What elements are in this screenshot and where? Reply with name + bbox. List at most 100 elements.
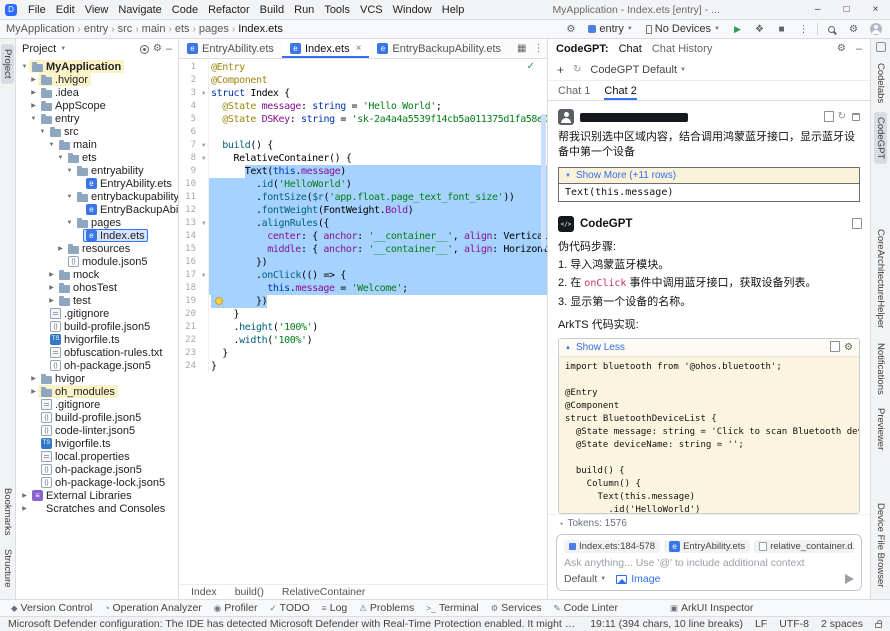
tree-item-index-ets[interactable]: eIndex.ets [16, 229, 178, 242]
tree-item-hvigorfile-ts[interactable]: TShvigorfile.ts [16, 333, 178, 346]
tree-toggle-icon[interactable]: ▶ [29, 388, 38, 395]
tree-item-oh-package-lock-json5[interactable]: {}oh-package-lock.json5 [16, 476, 178, 489]
tree-item-idea[interactable]: ▶.idea [16, 86, 178, 99]
editor-scrollbar[interactable] [539, 59, 547, 584]
tree-item-build-profile-json5[interactable]: {}build-profile.json5 [16, 320, 178, 333]
menu-file[interactable]: File [23, 4, 51, 16]
tool-window-button-code-linter[interactable]: ✎Code Linter [549, 601, 623, 616]
tool-window-button-terminal[interactable]: >_Terminal [421, 601, 483, 616]
tool-tab-previewer[interactable]: Previewer [874, 403, 887, 455]
editor-tab-entryability-ets[interactable]: eEntryAbility.ets [179, 39, 282, 58]
chat-tab-chat-1[interactable]: Chat 1 [558, 81, 590, 100]
tree-item-entryability[interactable]: ▼entryability [16, 164, 178, 177]
tree-item-local-properties[interactable]: local.properties [16, 450, 178, 463]
tree-item-mock[interactable]: ▶mock [16, 268, 178, 281]
tree-toggle-icon[interactable]: ▶ [20, 492, 29, 499]
code-line-19[interactable]: 19 }) [179, 295, 547, 308]
indent-style[interactable]: 2 spaces [821, 618, 863, 630]
code-line-7[interactable]: 7▼ build() { [179, 139, 547, 152]
menu-vcs[interactable]: VCS [355, 4, 388, 16]
search-everywhere-icon[interactable] [823, 21, 840, 37]
code-line-14[interactable]: 14 center: { anchor: '__container__', al… [179, 230, 547, 243]
tree-item-hvigor[interactable]: ▶.hvigor [16, 73, 178, 86]
chat-input-box[interactable]: Index.ets:184-578eEntryAbility.etsrelati… [556, 534, 862, 591]
tool-window-button-todo[interactable]: ✓TODO [264, 601, 314, 616]
line-separator[interactable]: LF [755, 618, 767, 630]
intention-bulb-icon[interactable] [215, 297, 223, 305]
more-options-icon[interactable]: ⋮ [534, 43, 544, 54]
debug-button[interactable]: ❖ [751, 21, 768, 37]
tab-chat[interactable]: Chat [619, 43, 642, 55]
stop-button[interactable]: ■ [773, 21, 790, 37]
tree-toggle-icon[interactable]: ▼ [56, 155, 65, 161]
gear-icon[interactable]: ⚙ [844, 343, 853, 353]
hide-panel-icon[interactable]: – [856, 44, 862, 55]
account-avatar[interactable] [867, 21, 884, 37]
breadcrumb-item-build[interactable]: build() [235, 586, 264, 598]
fold-marker-icon[interactable]: ▼ [199, 269, 209, 282]
tree-item-gitignore[interactable]: .gitignore [16, 307, 178, 320]
tree-item-obfuscation-rules-txt[interactable]: obfuscation-rules.txt [16, 346, 178, 359]
breadcrumb-item-pages[interactable]: pages [199, 23, 229, 35]
breadcrumb-item-index-ets[interactable]: Index.ets [238, 23, 283, 35]
copy-icon[interactable] [830, 343, 838, 352]
locate-file-icon[interactable] [140, 45, 149, 54]
code-line-15[interactable]: 15 middle: { anchor: '__container__', al… [179, 243, 547, 256]
breadcrumb-item-ets[interactable]: ets [175, 23, 190, 35]
tree-toggle-icon[interactable]: ▼ [38, 129, 47, 135]
tree-toggle-icon[interactable]: ▶ [47, 271, 56, 278]
tool-tab-codelabs[interactable]: Codelabs [874, 58, 887, 108]
tool-tab-notifications[interactable]: Notifications [874, 338, 887, 400]
breadcrumb-item-src[interactable]: src [118, 23, 133, 35]
tree-toggle-icon[interactable]: ▶ [29, 89, 38, 96]
tool-window-button-arkui-inspector[interactable]: ▣ArkUI Inspector [665, 601, 758, 616]
code-line-24[interactable]: 24} [179, 360, 547, 373]
tree-toggle-icon[interactable]: ▶ [56, 245, 65, 252]
more-tools-icon[interactable]: ⋮ [795, 21, 812, 37]
lock-icon[interactable] [875, 623, 882, 628]
copy-icon[interactable] [824, 113, 832, 122]
context-chip-relative-container-d-ts[interactable]: relative_container.d.ts [754, 540, 854, 553]
profile-selector[interactable]: CodeGPT Default▼ [590, 64, 686, 76]
tree-item-external-libraries[interactable]: ▶≡External Libraries [16, 489, 178, 502]
tool-tab-project[interactable]: Project [1, 44, 14, 84]
tree-item-module-json5[interactable]: {}module.json5 [16, 255, 178, 268]
code-line-18[interactable]: 18 this.message = 'Welcome'; [179, 282, 547, 295]
send-icon[interactable] [845, 574, 854, 584]
tree-item-entryability-ets[interactable]: eEntryAbility.ets [16, 177, 178, 190]
tree-toggle-icon[interactable]: ▼ [65, 220, 74, 226]
code-line-8[interactable]: 8▼ RelativeContainer() { [179, 152, 547, 165]
device-manager-icon[interactable]: ⚙ [562, 21, 579, 37]
project-view-selector[interactable]: Project [22, 43, 56, 55]
code-line-3[interactable]: 3▼struct Index { [179, 87, 547, 100]
tree-item-entrybackupability-ets[interactable]: eEntryBackupAbility.ets [16, 203, 178, 216]
run-button[interactable]: ▶ [729, 21, 746, 37]
tree-item-hvigorfile-ts[interactable]: TShvigorfile.ts [16, 437, 178, 450]
chat-tab-chat-2[interactable]: Chat 2 [604, 81, 636, 100]
code-line-17[interactable]: 17▼ .onClick(() => { [179, 269, 547, 282]
tree-toggle-icon[interactable]: ▶ [20, 505, 29, 512]
tree-item-gitignore[interactable]: .gitignore [16, 398, 178, 411]
code-line-6[interactable]: 6 [179, 126, 547, 139]
menu-run[interactable]: Run [289, 4, 319, 16]
menu-build[interactable]: Build [255, 4, 289, 16]
tree-toggle-icon[interactable]: ▼ [29, 116, 38, 122]
menu-code[interactable]: Code [167, 4, 203, 16]
tree-toggle-icon[interactable]: ▼ [65, 168, 74, 174]
tool-window-button-profiler[interactable]: ◉Profiler [209, 601, 263, 616]
menu-help[interactable]: Help [437, 4, 470, 16]
code-line-9[interactable]: 9 Text(this.message) [179, 165, 547, 178]
regenerate-icon[interactable]: ↻ [838, 112, 846, 122]
caret-position[interactable]: 19:11 (394 chars, 10 line breaks) [590, 618, 743, 630]
menu-edit[interactable]: Edit [51, 4, 80, 16]
tool-tab-device-file-browser[interactable]: Device File Browser [874, 498, 887, 592]
fold-marker-icon[interactable]: ▼ [199, 152, 209, 165]
code-line-1[interactable]: 1@Entry [179, 61, 547, 74]
code-line-10[interactable]: 10 .id('HelloWorld') [179, 178, 547, 191]
breadcrumb-item-index[interactable]: Index [191, 586, 217, 598]
code-line-5[interactable]: 5 @State DSKey: string = 'sk-2a4a4a5539f… [179, 113, 547, 126]
tab-chat-history[interactable]: Chat History [652, 43, 713, 55]
hide-panel-icon[interactable]: – [166, 44, 172, 55]
model-selector[interactable]: Default▼ [564, 573, 606, 585]
close-button[interactable]: × [861, 0, 890, 19]
